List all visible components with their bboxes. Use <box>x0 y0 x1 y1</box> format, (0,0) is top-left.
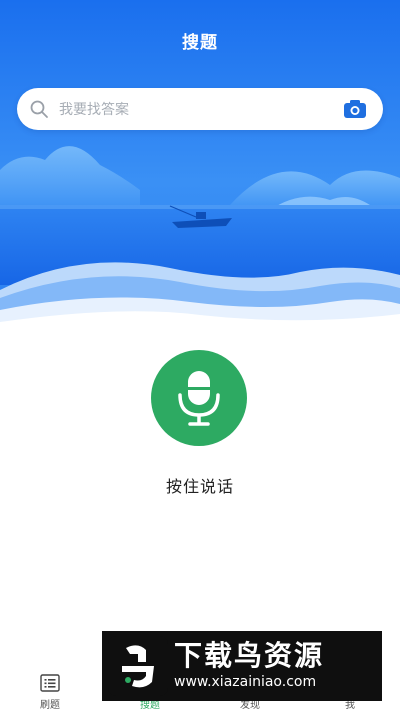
search-icon <box>30 100 48 118</box>
voice-button[interactable] <box>151 350 247 446</box>
hold-to-speak-label: 按住说话 <box>165 477 234 496</box>
search-input[interactable]: 我要找答案 <box>59 99 343 119</box>
bird-logo-icon <box>108 636 168 696</box>
watermark-banner: 下载鸟资源 www.xiazainiao.com <box>102 631 382 701</box>
tab-label: 刷题 <box>40 700 60 710</box>
page-title: 搜题 <box>182 33 218 53</box>
watermark-brand: 下载鸟资源 <box>174 639 325 672</box>
search-bar[interactable]: 我要找答案 <box>17 88 383 130</box>
list-icon <box>40 674 60 692</box>
watermark-url: www.xiazainiao.com <box>174 674 317 690</box>
camera-icon[interactable] <box>343 99 367 119</box>
tab-practice[interactable]: 刷题 <box>20 672 80 710</box>
microphone-icon <box>178 371 220 426</box>
